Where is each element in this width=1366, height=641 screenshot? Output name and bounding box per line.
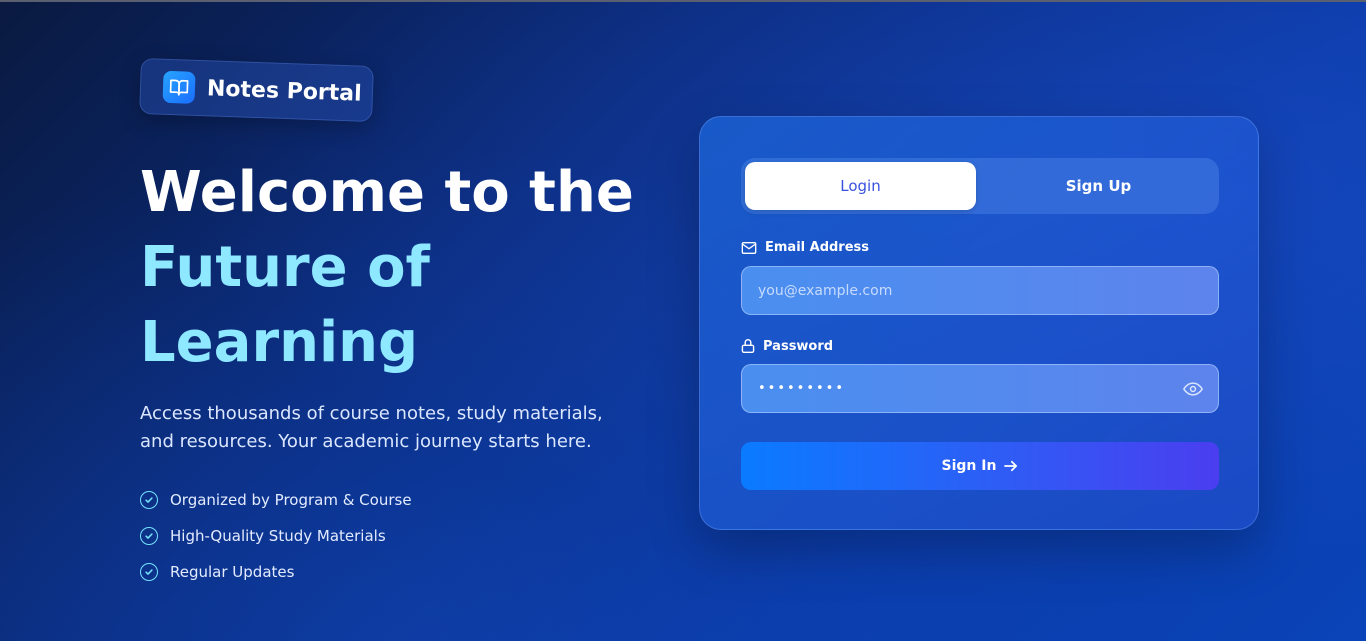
check-circle-icon: [140, 563, 158, 581]
feature-label: Organized by Program & Course: [170, 491, 412, 509]
password-field-wrapper: [741, 364, 1219, 413]
window-top-border: [0, 0, 1366, 2]
sign-in-label: Sign In: [941, 458, 997, 474]
check-circle-icon: [140, 491, 158, 509]
feature-list: Organized by Program & Course High-Quali…: [140, 482, 412, 590]
auth-card: Login Sign Up Email Address Password Sig…: [699, 116, 1259, 530]
mail-icon: [741, 241, 757, 254]
tab-login[interactable]: Login: [745, 162, 976, 210]
headline-line-1: Welcome to the: [140, 160, 634, 225]
auth-tabs: Login Sign Up: [741, 158, 1219, 214]
sign-in-button[interactable]: Sign In: [741, 442, 1219, 490]
feature-item: High-Quality Study Materials: [140, 518, 412, 554]
tab-signup[interactable]: Sign Up: [983, 162, 1214, 210]
brand-badge: Notes Portal: [139, 57, 374, 123]
email-field[interactable]: [742, 267, 1218, 314]
email-label-text: Email Address: [765, 240, 870, 255]
headline-line-3: Learning: [140, 310, 419, 375]
feature-item: Regular Updates: [140, 554, 412, 590]
feature-label: High-Quality Study Materials: [170, 527, 386, 545]
headline-line-2: Future of: [140, 235, 430, 300]
eye-icon[interactable]: [1182, 379, 1204, 399]
check-circle-icon: [140, 527, 158, 545]
feature-item: Organized by Program & Course: [140, 482, 412, 518]
password-label-text: Password: [763, 338, 834, 354]
book-open-icon: [162, 70, 196, 104]
email-field-wrapper: [741, 266, 1219, 315]
brand-name: Notes Portal: [206, 75, 363, 107]
hero-description: Access thousands of course notes, study …: [140, 403, 603, 452]
email-label: Email Address: [741, 240, 869, 255]
arrow-right-icon: [1004, 460, 1018, 472]
feature-label: Regular Updates: [170, 563, 295, 581]
hero-headline: Welcome to the Future of Learning: [140, 155, 660, 380]
password-field[interactable]: [742, 365, 1218, 412]
password-label: Password: [741, 338, 833, 354]
lock-icon: [741, 339, 755, 353]
